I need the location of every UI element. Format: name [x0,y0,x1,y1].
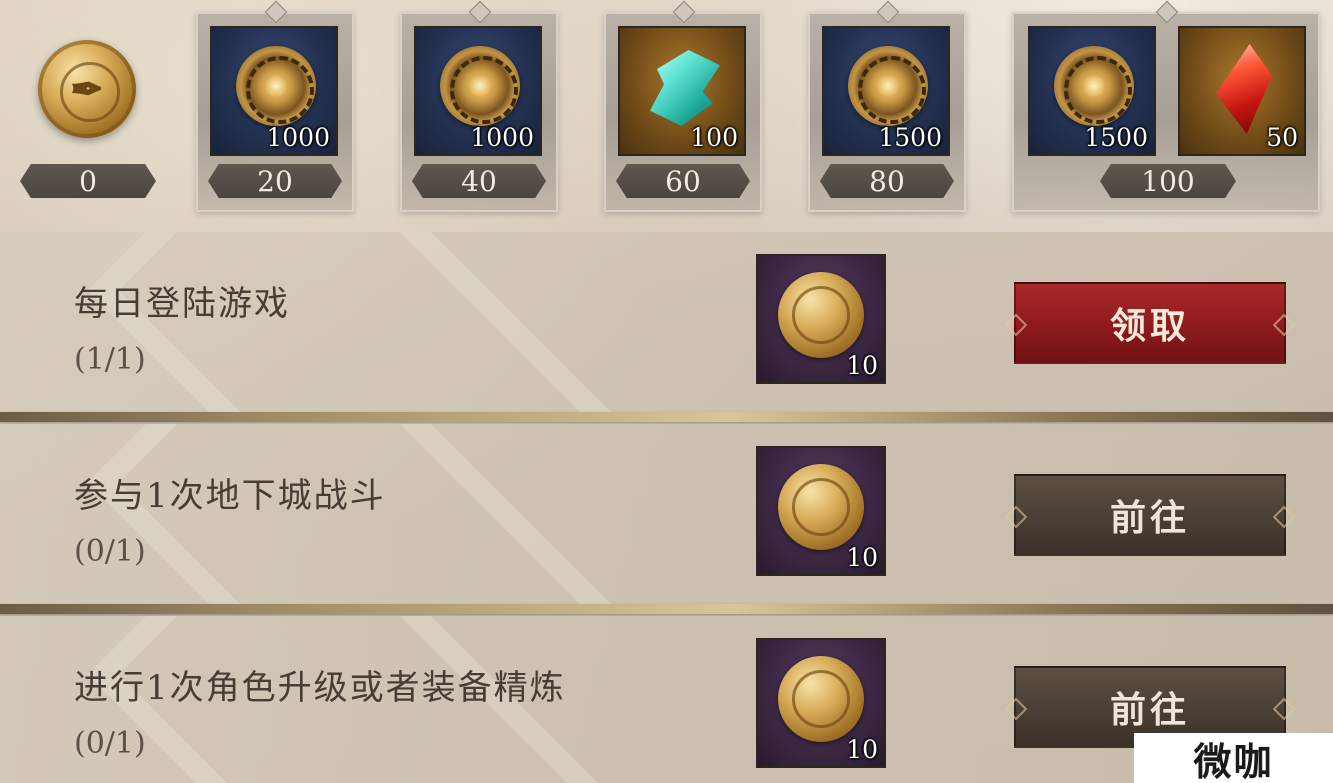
red-crystal-icon [1216,44,1272,134]
gold-medal-icon [236,46,316,126]
gold-medal-icon [848,46,928,126]
watermark: 微咖 [1134,733,1333,783]
row-divider [0,604,1333,614]
milestone-label-20: 20 [208,164,342,198]
task-title: 参与1次地下城战斗 [74,476,386,516]
quill-coin-icon [778,464,864,550]
milestone-label-40: 40 [412,164,546,198]
task-reward[interactable]: 10 [756,638,886,768]
milestone-label-80: 80 [820,164,954,198]
task-progress: (0/1) [74,726,146,761]
reward-qty: 1500 [878,123,942,152]
task-row: 每日登陆游戏 (1/1) 10 领取 [0,232,1333,414]
quill-coin-icon [778,656,864,742]
task-progress: (1/1) [74,342,146,377]
task-progress: (0/1) [74,534,146,569]
milestone-100-reward-1[interactable]: 1500 [1028,26,1156,156]
cyan-crystal-icon [650,50,720,126]
claim-button[interactable]: 领取 [1014,282,1286,364]
gold-medal-icon [440,46,520,126]
milestone-label-60: 60 [616,164,750,198]
reward-qty: 10 [846,543,878,572]
reward-qty: 1000 [266,123,330,152]
gold-medal-icon [1054,46,1134,126]
milestone-strip: ✒ 0 1000 20 1000 40 100 60 1500 80 1500 … [0,0,1333,228]
quill-coin-icon [778,272,864,358]
reward-qty: 100 [690,123,738,152]
quill-coin-icon: ✒ [38,40,136,138]
reward-qty: 1500 [1084,123,1148,152]
go-button[interactable]: 前往 [1014,474,1286,556]
milestone-label-100: 100 [1100,164,1236,198]
reward-qty: 10 [846,351,878,380]
milestone-60-reward[interactable]: 100 [618,26,746,156]
milestone-20-reward[interactable]: 1000 [210,26,338,156]
reward-qty: 50 [1266,123,1298,152]
task-title: 进行1次角色升级或者装备精炼 [74,668,566,708]
reward-qty: 10 [846,735,878,764]
task-row: 参与1次地下城战斗 (0/1) 10 前往 [0,424,1333,606]
row-divider [0,412,1333,422]
milestone-100-reward-2[interactable]: 50 [1178,26,1306,156]
task-title: 每日登陆游戏 [74,284,290,324]
task-reward[interactable]: 10 [756,446,886,576]
milestone-40-reward[interactable]: 1000 [414,26,542,156]
milestone-80-reward[interactable]: 1500 [822,26,950,156]
milestone-label-0: 0 [20,164,156,198]
task-reward[interactable]: 10 [756,254,886,384]
reward-qty: 1000 [470,123,534,152]
